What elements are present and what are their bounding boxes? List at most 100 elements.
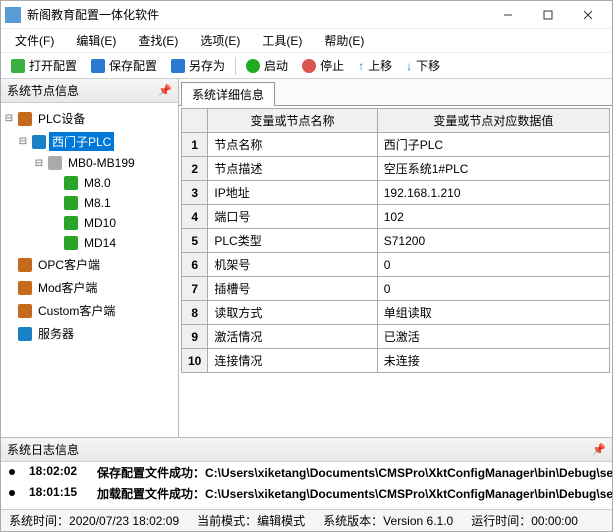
open-config-button[interactable]: 打开配置 — [5, 55, 83, 76]
row-index: 3 — [182, 181, 208, 205]
bullet-icon — [9, 490, 15, 496]
log-message: 保存配置文件成功：C:\Users\xiketang\Documents\CMS… — [97, 464, 612, 481]
mem-icon — [64, 216, 78, 230]
row-value: 未连接 — [377, 349, 609, 373]
server-icon — [18, 327, 32, 341]
row-name: 端口号 — [208, 205, 377, 229]
tree-root-plc[interactable]: ⊟PLC设备 — [3, 107, 176, 130]
row-name: 插槽号 — [208, 277, 377, 301]
row-value: 0 — [377, 253, 609, 277]
tree-leaf[interactable]: MD10 — [3, 213, 176, 233]
log-panel-header: 系统日志信息 📌 — [1, 438, 612, 462]
table-row[interactable]: 4端口号102 — [182, 205, 610, 229]
row-value: 102 — [377, 205, 609, 229]
tree-opc-client[interactable]: OPC客户端 — [3, 253, 176, 276]
arrow-down-icon: ↓ — [406, 59, 412, 73]
log-time: 18:02:02 — [29, 464, 83, 481]
row-index: 2 — [182, 157, 208, 181]
table-row[interactable]: 2节点描述空压系统1#PLC — [182, 157, 610, 181]
table-row[interactable]: 8读取方式单组读取 — [182, 301, 610, 325]
log-row: 18:01:15加载配置文件成功：C:\Users\xiketang\Docum… — [1, 483, 612, 504]
save-icon — [91, 59, 105, 73]
tree-leaf[interactable]: M8.0 — [3, 173, 176, 193]
play-icon — [246, 59, 260, 73]
row-name: 读取方式 — [208, 301, 377, 325]
row-name: IP地址 — [208, 181, 377, 205]
move-up-button[interactable]: ↑上移 — [352, 55, 398, 76]
custom-icon — [18, 304, 32, 318]
row-index: 1 — [182, 133, 208, 157]
status-systime: 系统时间：2020/07/23 18:02:09 — [9, 512, 179, 529]
minimize-button[interactable] — [488, 3, 528, 27]
mod-icon — [18, 281, 32, 295]
tree-mod-client[interactable]: Mod客户端 — [3, 276, 176, 299]
row-index: 9 — [182, 325, 208, 349]
collapse-icon[interactable]: ⊟ — [17, 136, 29, 147]
tab-detail[interactable]: 系统详细信息 — [181, 82, 275, 106]
row-index: 7 — [182, 277, 208, 301]
log-row: 18:02:02 保存配置文件成功：C:\Users\xiketang\Docum… — [1, 462, 612, 483]
tree-leaf[interactable]: M8.1 — [3, 193, 176, 213]
opc-icon — [18, 258, 32, 272]
log-panel: 系统日志信息 📌 18:02:02 保存配置文件成功：C:\Users\xiket… — [1, 437, 612, 509]
tree-mb-range[interactable]: ⊟MB0-MB199 — [3, 153, 176, 173]
pin-icon[interactable]: 📌 — [592, 443, 606, 456]
detail-grid: 变量或节点名称 变量或节点对应数据值 1节点名称西门子PLC2节点描述空压系统1… — [181, 108, 610, 373]
menu-option[interactable]: 选项(E) — [190, 29, 250, 52]
move-down-button[interactable]: ↓下移 — [400, 55, 446, 76]
device-icon — [18, 112, 32, 126]
col-value: 变量或节点对应数据值 — [377, 109, 609, 133]
row-value: 192.168.1.210 — [377, 181, 609, 205]
menu-file[interactable]: 文件(F) — [5, 29, 64, 52]
folder-icon — [11, 59, 25, 73]
table-row[interactable]: 5PLC类型S71200 — [182, 229, 610, 253]
separator — [235, 57, 236, 75]
saveas-button[interactable]: 另存为 — [165, 55, 231, 76]
tree-server[interactable]: 服务器 — [3, 322, 176, 345]
menu-edit[interactable]: 编辑(E) — [66, 29, 126, 52]
status-version: 系统版本：Version 6.1.0 — [323, 512, 453, 529]
table-row[interactable]: 6机架号0 — [182, 253, 610, 277]
table-row[interactable]: 7插槽号0 — [182, 277, 610, 301]
row-value: S71200 — [377, 229, 609, 253]
statusbar: 系统时间：2020/07/23 18:02:09 当前模式：编辑模式 系统版本：… — [1, 509, 612, 531]
mem-icon — [64, 196, 78, 210]
tree-custom-client[interactable]: Custom客户端 — [3, 299, 176, 322]
stop-button[interactable]: 停止 — [296, 55, 350, 76]
pin-icon[interactable]: 📌 — [158, 84, 172, 97]
status-mode: 当前模式：编辑模式 — [197, 512, 305, 529]
toolbar: 打开配置 保存配置 另存为 启动 停止 ↑上移 ↓下移 — [1, 53, 612, 79]
mem-icon — [64, 176, 78, 190]
maximize-button[interactable] — [528, 3, 568, 27]
row-index: 5 — [182, 229, 208, 253]
table-row[interactable]: 10连接情况未连接 — [182, 349, 610, 373]
row-name: 节点描述 — [208, 157, 377, 181]
save-config-button[interactable]: 保存配置 — [85, 55, 163, 76]
start-button[interactable]: 启动 — [240, 55, 294, 76]
row-value: 空压系统1#PLC — [377, 157, 609, 181]
menu-tool[interactable]: 工具(E) — [252, 29, 312, 52]
table-row[interactable]: 9激活情况已激活 — [182, 325, 610, 349]
stop-icon — [302, 59, 316, 73]
window-title: 新阁教育配置一体化软件 — [27, 6, 488, 23]
menu-help[interactable]: 帮助(E) — [314, 29, 374, 52]
row-index: 6 — [182, 253, 208, 277]
table-row[interactable]: 1节点名称西门子PLC — [182, 133, 610, 157]
collapse-icon[interactable]: ⊟ — [3, 113, 15, 124]
table-row[interactable]: 3IP地址192.168.1.210 — [182, 181, 610, 205]
tree-leaf[interactable]: MD14 — [3, 233, 176, 253]
col-index — [182, 109, 208, 133]
arrow-up-icon: ↑ — [358, 59, 364, 73]
tree-siemens-plc[interactable]: ⊟西门子PLC — [3, 130, 176, 153]
row-value: 0 — [377, 277, 609, 301]
close-button[interactable] — [568, 3, 608, 27]
titlebar: 新阁教育配置一体化软件 — [1, 1, 612, 29]
row-index: 10 — [182, 349, 208, 373]
col-name: 变量或节点名称 — [208, 109, 377, 133]
row-name: 机架号 — [208, 253, 377, 277]
collapse-icon[interactable]: ⊟ — [33, 158, 45, 169]
menu-find[interactable]: 查找(E) — [128, 29, 188, 52]
row-value: 单组读取 — [377, 301, 609, 325]
mem-icon — [64, 236, 78, 250]
range-icon — [48, 156, 62, 170]
